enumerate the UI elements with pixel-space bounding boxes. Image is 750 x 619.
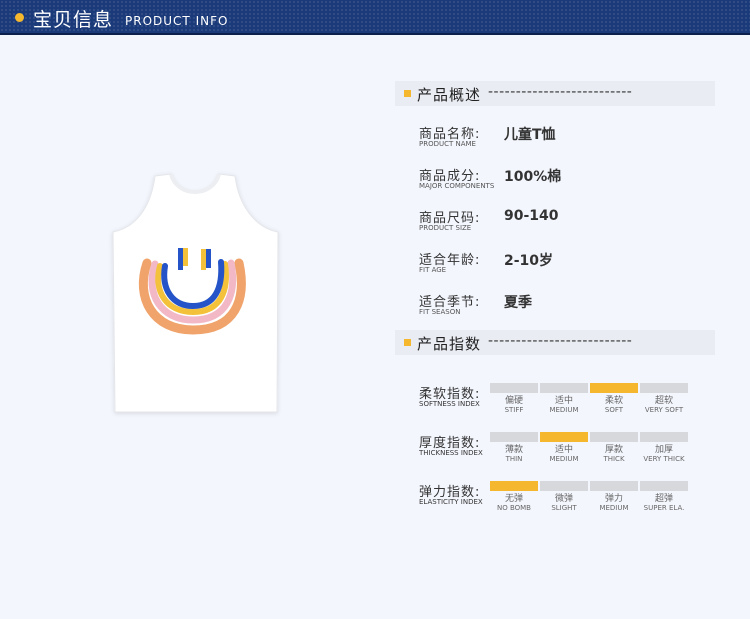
index-option-label-en: MEDIUM [549, 406, 579, 414]
index-option-label-en: VERY THICK [643, 455, 685, 463]
index-option-label-en: MEDIUM [599, 504, 629, 512]
index-bar [540, 432, 588, 442]
index-label-en: ELASTICITY INDEX [419, 498, 483, 506]
index-option-label: 薄款 [504, 445, 523, 455]
header-title-en: PRODUCT INFO [125, 14, 229, 28]
spec-label-en: FIT SEASON [419, 308, 461, 316]
index-option-label: 超弹 [654, 494, 673, 504]
overview-title: 产品概述 [417, 86, 482, 104]
index-bar [640, 481, 688, 491]
spec-value: 90-140 [504, 208, 559, 224]
index-option-label-en: THICK [603, 455, 625, 463]
indices-dash-line: -------------------------- [488, 333, 633, 349]
index-option-label: 厚款 [604, 445, 623, 455]
index-option-label-en: SLIGHT [551, 504, 577, 512]
index-bar [490, 481, 538, 491]
index-option-label-en: STIFF [504, 406, 524, 414]
section-marker-icon [404, 339, 411, 346]
index-segment: 偏硬 STIFF [490, 383, 538, 415]
index-segment: 超软 VERY SOFT [640, 383, 688, 415]
index-segment: 微弹 SLIGHT [540, 481, 588, 513]
header-divider [0, 33, 750, 35]
index-bar [640, 432, 688, 442]
spec-row-name: 商品名称: PRODUCT NAME 儿童T恤 [419, 123, 719, 153]
index-bar [540, 481, 588, 491]
index-option-label-en: VERY SOFT [644, 406, 684, 414]
index-option-label: 加厚 [654, 445, 673, 455]
bullet-icon [15, 13, 24, 22]
index-bar [590, 481, 638, 491]
index-option-label: 弹力 [604, 494, 623, 504]
spec-label-en: PRODUCT SIZE [419, 224, 472, 232]
index-segment: 薄款 THIN [490, 432, 538, 464]
index-segment: 超弹 SUPER ELA. [640, 481, 688, 513]
index-label-en: SOFTNESS INDEX [419, 400, 480, 408]
indices-title: 产品指数 [417, 335, 482, 353]
index-segment: 柔软 SOFT [590, 383, 638, 415]
spec-value: 儿童T恤 [504, 127, 556, 143]
spec-value: 100%棉 [504, 169, 562, 185]
index-segment: 弹力 MEDIUM [590, 481, 638, 513]
index-segment: 加厚 VERY THICK [640, 432, 688, 464]
index-option-label-en: SUPER ELA. [643, 504, 685, 512]
overview-dash-line: -------------------------- [488, 84, 633, 100]
index-row-elasticity: 弹力指数: ELASTICITY INDEX 无弹 NO BOMB 微弹 SLIGH… [419, 481, 719, 521]
index-option-label: 适中 [554, 396, 573, 406]
spec-row-age: 适合年龄: FIT AGE 2-10岁 [419, 249, 719, 279]
index-option-label-en: SOFT [604, 406, 624, 414]
index-bar [590, 383, 638, 393]
section-marker-icon [404, 90, 411, 97]
index-segment: 适中 MEDIUM [540, 432, 588, 464]
indices-section-header: 产品指数 -------------------------- [395, 330, 715, 355]
index-label-en: THICKNESS INDEX [419, 449, 483, 457]
spec-label-en: MAJOR COMPONENTS [419, 182, 495, 190]
spec-row-components: 商品成分: MAJOR COMPONENTS 100%棉 [419, 165, 719, 195]
index-option-label-en: MEDIUM [549, 455, 579, 463]
index-bar [490, 432, 538, 442]
index-bar [490, 383, 538, 393]
spec-row-season: 适合季节: FIT SEASON 夏季 [419, 291, 719, 321]
header-title-cn: 宝贝信息 [33, 9, 114, 31]
index-option-label: 偏硬 [504, 396, 523, 406]
index-segment: 无弹 NO BOMB [490, 481, 538, 513]
spec-value: 2-10岁 [504, 253, 554, 269]
index-row-thickness: 厚度指数: THICKNESS INDEX 薄款 THIN 适中 MEDIUM 厚款… [419, 432, 719, 472]
header-bar: 宝贝信息 PRODUCT INFO [0, 0, 750, 33]
index-option-label: 微弹 [554, 494, 573, 504]
index-option-label: 适中 [554, 445, 573, 455]
spec-label-en: FIT AGE [419, 266, 447, 274]
spec-row-size: 商品尺码: PRODUCT SIZE 90-140 [419, 207, 719, 237]
index-segment: 适中 MEDIUM [540, 383, 588, 415]
index-bar [590, 432, 638, 442]
spec-label-en: PRODUCT NAME [419, 140, 476, 148]
index-option-label-en: NO BOMB [496, 504, 531, 512]
index-row-softness: 柔软指数: SOFTNESS INDEX 偏硬 STIFF 适中 MEDIUM 柔软… [419, 383, 719, 423]
overview-section-header: 产品概述 -------------------------- [395, 81, 715, 106]
index-option-label: 柔软 [604, 396, 623, 406]
index-option-label-en: THIN [505, 455, 523, 463]
index-segment: 厚款 THICK [590, 432, 638, 464]
product-image-tank-top [112, 173, 279, 413]
index-bar [640, 383, 688, 393]
index-option-label: 无弹 [504, 494, 523, 504]
spec-value: 夏季 [504, 295, 532, 311]
index-bar [540, 383, 588, 393]
index-option-label: 超软 [654, 396, 673, 406]
